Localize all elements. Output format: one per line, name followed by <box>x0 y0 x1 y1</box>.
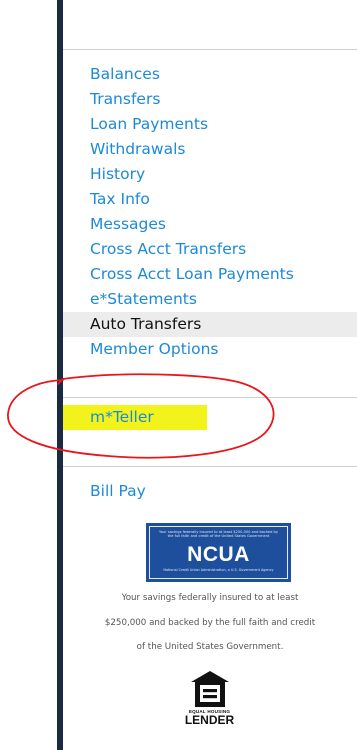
nav-item-cross-acct-transfers[interactable]: Cross Acct Transfers <box>63 237 357 262</box>
insurance-note-line: of the United States Government. <box>136 642 284 652</box>
nav-item-transfers[interactable]: Transfers <box>63 87 357 112</box>
ncua-badge: Your savings federally insured to at lea… <box>146 523 291 582</box>
equal-housing-lender-logo: EQUAL HOUSING LENDER <box>181 670 238 726</box>
nav-item-cross-acct-loan-payments[interactable]: Cross Acct Loan Payments <box>63 262 357 287</box>
ncua-top-text: Your savings federally insured to at lea… <box>159 530 278 539</box>
nav-item-withdrawals[interactable]: Withdrawals <box>63 137 357 162</box>
account-nav: Balances Transfers Loan Payments Withdra… <box>63 62 357 362</box>
ncua-logo-text: NCUA <box>187 542 250 566</box>
nav-item-estatements[interactable]: e*Statements <box>63 287 357 312</box>
nav-item-member-options[interactable]: Member Options <box>63 337 357 362</box>
nav-item-loan-payments[interactable]: Loan Payments <box>63 112 357 137</box>
insurance-note-line: $250,000 and backed by the full faith an… <box>104 617 316 628</box>
divider <box>63 49 357 50</box>
nav-item-auto-transfers[interactable]: Auto Transfers <box>63 312 357 337</box>
nav-item-messages[interactable]: Messages <box>63 212 357 237</box>
insurance-note: Your savings federally insured to at lea… <box>63 586 357 660</box>
nav-item-tax-info[interactable]: Tax Info <box>63 187 357 212</box>
lender-text: LENDER <box>184 713 235 727</box>
divider <box>63 397 357 398</box>
insurance-note-line: Your savings federally insured to at lea… <box>121 593 299 603</box>
divider <box>63 466 357 467</box>
nav-item-history[interactable]: History <box>63 162 357 187</box>
nav-item-mteller[interactable]: m*Teller <box>63 405 207 430</box>
equal-housing-icon <box>190 671 229 707</box>
nav-item-balances[interactable]: Balances <box>63 62 357 87</box>
nav-item-bill-pay[interactable]: Bill Pay <box>90 479 146 504</box>
ncua-bottom-text: National Credit Union Administration, a … <box>163 567 274 572</box>
